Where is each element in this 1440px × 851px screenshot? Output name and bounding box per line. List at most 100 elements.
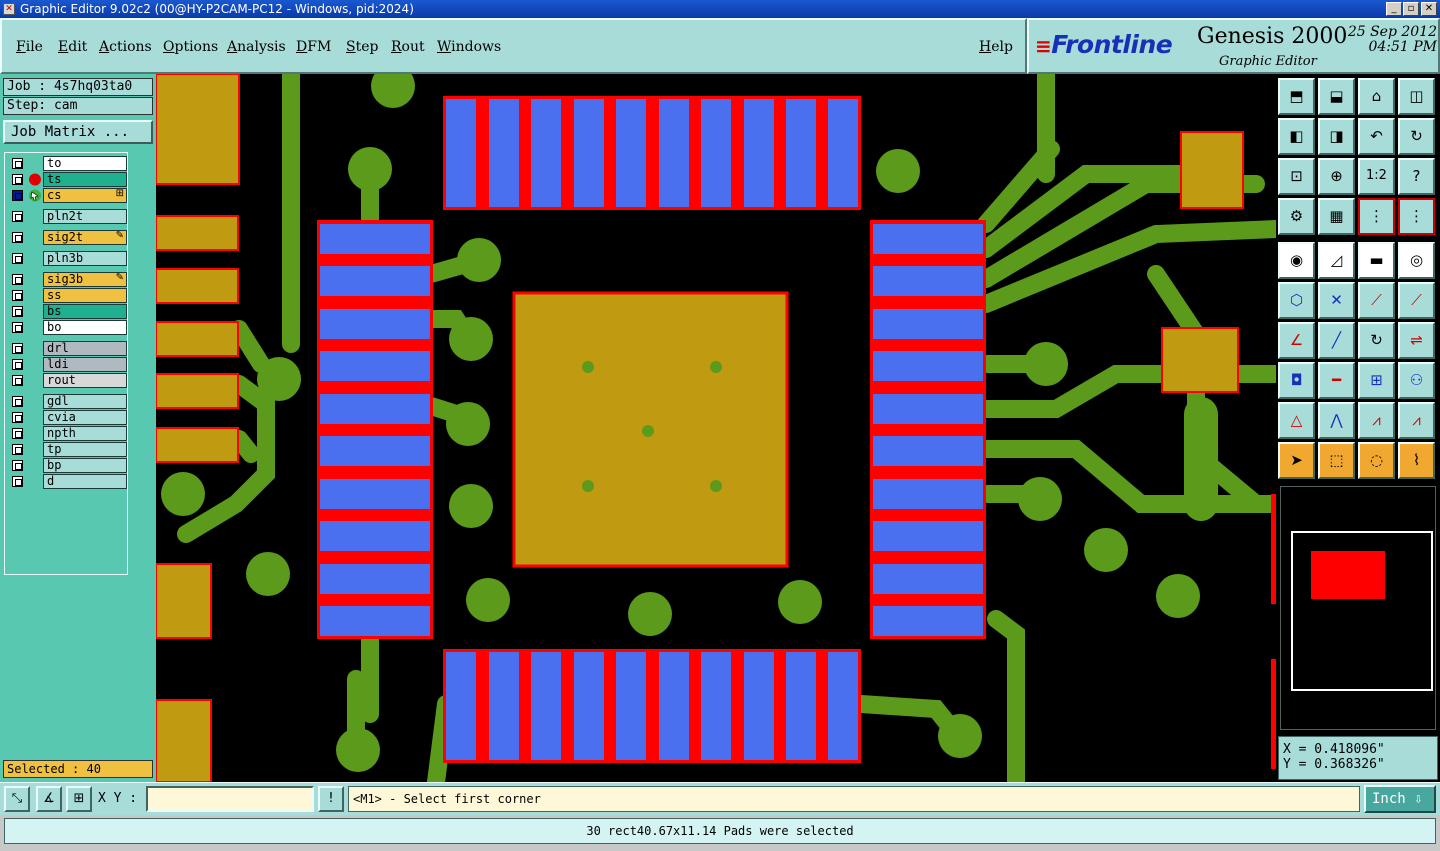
select-path-icon[interactable]: ⌇ <box>1398 442 1435 479</box>
minimize-button[interactable]: _ <box>1386 2 1402 16</box>
menu-analysis[interactable]: Analysis <box>227 39 286 55</box>
layer-checkbox[interactable] <box>12 460 23 471</box>
layer-row-sig3b[interactable]: sig3b ✎ <box>9 272 127 287</box>
layer-row-ss[interactable]: ss <box>9 288 127 303</box>
layer-name[interactable]: sig2t <box>43 230 127 245</box>
pcb-drawing[interactable] <box>156 74 1276 782</box>
pointer-icon[interactable]: ➤ <box>1278 442 1315 479</box>
measure-pad-icon[interactable]: ◉ <box>1278 242 1315 279</box>
layer-name[interactable]: cvia <box>43 410 127 425</box>
layer-name[interactable]: pln3b <box>43 251 127 266</box>
layer-row-ldi[interactable]: ldi <box>9 357 127 372</box>
layer-checkbox[interactable] <box>12 306 23 317</box>
layer-row-bs[interactable]: bs <box>9 304 127 319</box>
layer-name[interactable]: ts <box>43 172 127 187</box>
layer-checkbox[interactable] <box>12 253 23 264</box>
layer-row-d[interactable]: d <box>9 474 127 489</box>
layer-name[interactable]: gdl <box>43 394 127 409</box>
layer-checkbox[interactable] <box>12 412 23 423</box>
layer-name[interactable]: d <box>43 474 127 489</box>
snap-toggle-icon[interactable]: ⋮ <box>1398 198 1435 235</box>
layer-row-cs[interactable]: cs ⊞ <box>9 188 127 203</box>
layer-row-gdl[interactable]: gdl <box>9 394 127 409</box>
menu-options[interactable]: Options <box>163 39 218 55</box>
grid-icon[interactable]: ▦ <box>1318 198 1355 235</box>
layer-name[interactable]: ldi <box>43 357 127 372</box>
layer-checkbox[interactable] <box>12 359 23 370</box>
undo-view-icon[interactable]: ↶ <box>1358 118 1395 155</box>
layer-name[interactable]: npth <box>43 426 127 441</box>
graphic-canvas[interactable] <box>156 74 1276 782</box>
layer-name[interactable]: bo <box>43 320 127 335</box>
layer-row-rout[interactable]: rout <box>9 373 127 388</box>
center-icon[interactable]: ⊕ <box>1318 158 1355 195</box>
close-button[interactable]: ✕ <box>1421 2 1437 16</box>
menu-rout[interactable]: Rout <box>391 39 425 55</box>
layer-row-pln2t[interactable]: pln2t <box>9 209 127 224</box>
layer-name[interactable]: pln2t <box>43 209 127 224</box>
layer-checkbox[interactable] <box>12 158 23 169</box>
layer-checkbox[interactable] <box>12 375 23 386</box>
layer-checkbox[interactable] <box>12 290 23 301</box>
layer-row-drl[interactable]: drl <box>9 341 127 356</box>
layer-checkbox[interactable] <box>12 322 23 333</box>
tool-settings-icon[interactable]: ⚙ <box>1278 198 1315 235</box>
measure-circle-icon[interactable]: ◎ <box>1398 242 1435 279</box>
triangle-icon[interactable]: △ <box>1278 402 1315 439</box>
layer-checkbox[interactable] <box>12 343 23 354</box>
snap-mode-icon[interactable]: ⤡ <box>4 786 30 812</box>
menu-step[interactable]: Step <box>346 39 378 55</box>
layer-name[interactable]: drl <box>43 341 127 356</box>
menu-actions[interactable]: Actions <box>99 39 152 55</box>
layer-name[interactable]: cs <box>43 188 127 203</box>
zoom-ratio-button[interactable]: 1:2 <box>1358 158 1395 195</box>
menu-dfm[interactable]: DFM <box>296 39 331 55</box>
ruler-icon[interactable]: ▬ <box>1358 242 1395 279</box>
fit-icon[interactable]: ⊡ <box>1278 158 1315 195</box>
menu-file[interactable]: File <box>16 39 43 55</box>
xy-input[interactable] <box>146 786 314 812</box>
layer-row-pln3b[interactable]: pln3b <box>9 251 127 266</box>
layer-row-tp[interactable]: tp <box>9 442 127 457</box>
window-split-icon[interactable]: ◫ <box>1398 78 1435 115</box>
layer-checkbox[interactable] <box>12 428 23 439</box>
dimension-icon[interactable]: ⊞ <box>1358 362 1395 399</box>
layer-checkbox[interactable] <box>12 174 23 185</box>
arch-cross-icon[interactable]: ⩘ <box>1398 402 1435 439</box>
peak-icon[interactable]: ⋀ <box>1318 402 1355 439</box>
slash-icon[interactable]: ╱ <box>1318 322 1355 359</box>
menu-help[interactable]: Help <box>979 39 1013 55</box>
overview-map[interactable] <box>1280 486 1436 730</box>
pan-left-icon[interactable]: ◧ <box>1278 118 1315 155</box>
select-circle-icon[interactable]: ◌ <box>1358 442 1395 479</box>
connect-icon[interactable]: ⬡ <box>1278 282 1315 319</box>
menu-windows[interactable]: Windows <box>437 39 501 55</box>
node-icon[interactable]: ◘ <box>1278 362 1315 399</box>
redraw-icon[interactable]: ↻ <box>1398 118 1435 155</box>
layer-row-ts[interactable]: ts <box>9 172 127 187</box>
layer-name[interactable]: bp <box>43 458 127 473</box>
help-icon[interactable]: ? <box>1398 158 1435 195</box>
grid-mode-icon[interactable]: ⊞ <box>66 786 92 812</box>
layer-name[interactable]: to <box>43 156 127 171</box>
measure-edge-icon[interactable]: ◿ <box>1318 242 1355 279</box>
layer-checkbox[interactable] <box>12 190 23 201</box>
layer-name[interactable]: bs <box>43 304 127 319</box>
zoom-home-icon[interactable]: ⬒ <box>1278 78 1315 115</box>
home-icon[interactable]: ⌂ <box>1358 78 1395 115</box>
layer-name[interactable]: sig3b <box>43 272 127 287</box>
angle-mode-icon[interactable]: ∡ <box>36 786 62 812</box>
layer-row-to[interactable]: to <box>9 156 127 171</box>
pan-right-icon[interactable]: ◨ <box>1318 118 1355 155</box>
layer-checkbox[interactable] <box>12 444 23 455</box>
layer-row-sig2t[interactable]: sig2t ✎ <box>9 230 127 245</box>
layer-row-cvia[interactable]: cvia <box>9 410 127 425</box>
layer-name[interactable]: tp <box>43 442 127 457</box>
alert-icon[interactable]: ! <box>318 786 344 812</box>
group-icon[interactable]: ⚇ <box>1398 362 1435 399</box>
snap-icon[interactable]: ⋮ <box>1358 198 1395 235</box>
select-box-icon[interactable]: ⬚ <box>1318 442 1355 479</box>
layer-row-bp[interactable]: bp <box>9 458 127 473</box>
layer-name[interactable]: rout <box>43 373 127 388</box>
layer-row-bo[interactable]: bo <box>9 320 127 335</box>
